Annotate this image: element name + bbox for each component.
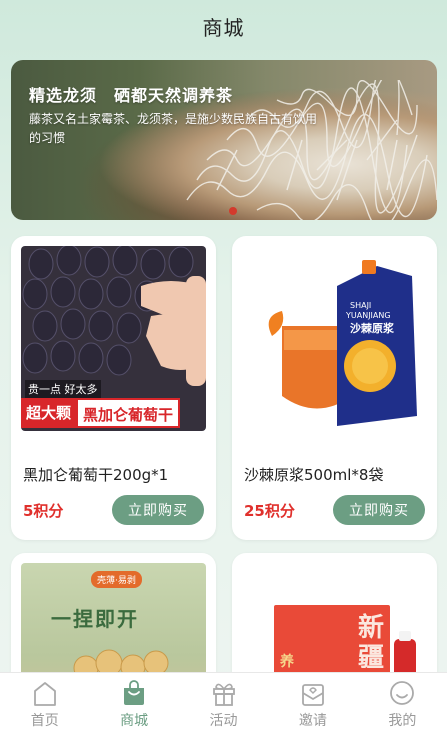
image-badge: 壳薄·易剥 [91,571,142,588]
product-image[interactable]: 贵一点 好太多 超大颗 黑加仑葡萄干 [21,246,206,431]
tab-mall[interactable]: 商城 [89,673,178,735]
tab-home[interactable]: 首页 [0,673,89,735]
page-header: 商城 [0,0,447,52]
product-price: 25积分 [244,502,295,520]
product-name: 黑加仑葡萄干200g*1 [23,466,169,484]
image-label: 超大颗 黑加仑葡萄干 [21,398,181,428]
tab-label: 邀请 [298,712,327,729]
product-image[interactable]: SHAJI YUANJIANG 沙棘原浆 [242,246,427,431]
promo-banner[interactable]: 精选龙须 硒都天然调养茶 藤茶又名土家霉茶、龙须茶，是施少数民族自古有饮用的习惯 [11,60,437,220]
carousel-indicator[interactable] [229,207,237,215]
gift-icon [212,683,235,706]
svg-text:SHAJI: SHAJI [350,301,371,310]
banner-title: 精选龙须 硒都天然调养茶 [29,86,234,105]
svg-text:沙棘原浆: 沙棘原浆 [350,321,395,335]
product-price: 5积分 [23,502,64,520]
tab-label: 商城 [120,712,149,729]
svg-text:YUANJIANG: YUANJIANG [345,311,391,320]
invite-envelope-icon [302,683,324,706]
image-tag: 贵一点 好太多 [25,380,101,398]
banner-description: 藤茶又名土家霉茶、龙须茶，是施少数民族自古有饮用的习惯 [29,112,318,145]
tab-profile[interactable]: 我的 [358,673,447,735]
page-title: 商城 [202,15,245,40]
tab-label: 活动 [209,712,238,729]
product-name: 沙棘原浆500ml*8袋 [244,466,384,484]
home-icon [33,681,56,706]
buy-now-button[interactable]: 立即购买 [333,495,425,525]
tab-label: 我的 [388,712,417,729]
product-card[interactable]: SHAJI YUANJIANG 沙棘原浆 沙棘原浆500ml*8袋 25积分 立… [232,236,437,540]
product-card[interactable]: 贵一点 好太多 超大颗 黑加仑葡萄干 黑加仑葡萄干200g*1 5积分 立即购买 [11,236,216,540]
tab-activity[interactable]: 活动 [179,673,268,735]
profile-smile-icon [390,680,415,705]
shopping-bag-icon [124,679,145,705]
tab-invite[interactable]: 邀请 [268,673,357,735]
buy-now-button[interactable]: 立即购买 [112,495,204,525]
bottom-tab-bar: 首页 商城 活动 邀请 我的 [0,672,447,735]
tab-label: 首页 [30,712,59,729]
juice-pouch-photo: SHAJI YUANJIANG 沙棘原浆 [242,246,427,431]
image-title: 一捏即开 [51,607,139,631]
